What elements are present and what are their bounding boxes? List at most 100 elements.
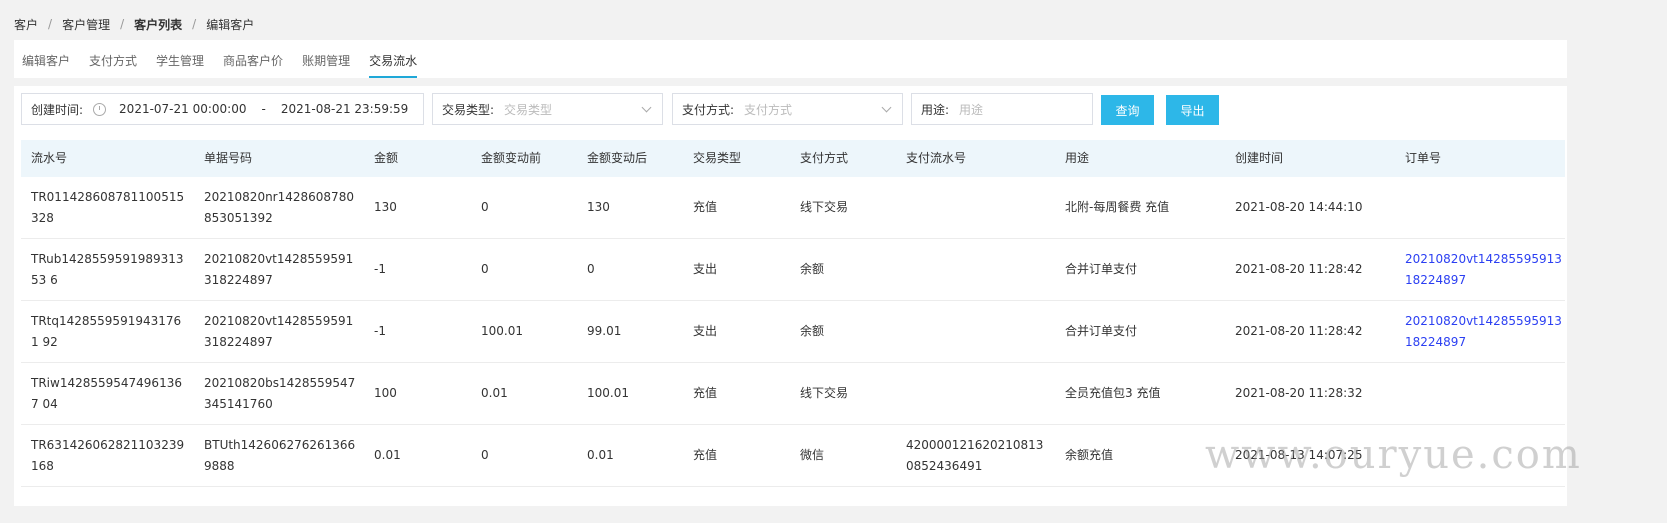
cell-amount-after: 0.01 xyxy=(587,448,614,462)
cell-amount: -1 xyxy=(374,324,386,338)
cell-document-no: 20210820nr1428608780853051392 xyxy=(204,189,354,225)
cell-payment-method: 微信 xyxy=(800,448,825,462)
cell-amount-after: 130 xyxy=(587,200,610,214)
tab-billing-period[interactable]: 账期管理 xyxy=(302,52,350,78)
cell-amount-after: 99.01 xyxy=(587,324,622,338)
payment-method-select[interactable]: 支付方式: 支付方式 xyxy=(672,93,903,125)
cell-document-no: 20210820bs1428559547345141760 xyxy=(204,375,356,411)
breadcrumb-separator: / xyxy=(48,17,53,31)
cell-transaction-type: 支出 xyxy=(693,324,718,338)
col-header-payment-serial: 支付流水号 xyxy=(906,151,967,165)
table-body: TR011428608781100515328 20210820nr1428608… xyxy=(21,177,1565,487)
cell-amount: -1 xyxy=(374,262,386,276)
tab-product-customer-price[interactable]: 商品客户价 xyxy=(223,52,283,78)
table-row: TR011428608781100515328 20210820nr1428608… xyxy=(21,177,1565,239)
cell-amount: 130 xyxy=(374,200,397,214)
transactions-panel: 创建时间: 2021-07-21 00:00:00 - 2021-08-21 2… xyxy=(14,86,1567,506)
cell-payment-serial xyxy=(906,239,1051,300)
transaction-type-placeholder: 交易类型 xyxy=(504,102,553,117)
created-start-input[interactable]: 2021-07-21 00:00:00 xyxy=(119,102,246,116)
cell-transaction-type: 支出 xyxy=(693,262,718,276)
col-header-document-no: 单据号码 xyxy=(204,151,253,165)
cell-amount-before: 0 xyxy=(481,200,489,214)
cell-transaction-type: 充值 xyxy=(693,386,718,400)
cell-payment-method: 余额 xyxy=(800,262,825,276)
cell-payment-serial xyxy=(906,363,1051,424)
cell-transaction-type: 充值 xyxy=(693,448,718,462)
tab-payment-methods[interactable]: 支付方式 xyxy=(89,52,137,78)
cell-amount-before: 100.01 xyxy=(481,324,523,338)
purpose-input[interactable]: 用途: 用途 xyxy=(911,93,1093,125)
col-header-amount-after: 金额变动后 xyxy=(587,151,648,165)
col-header-payment-method: 支付方式 xyxy=(800,151,849,165)
cell-payment-method: 线下交易 xyxy=(800,200,849,214)
range-separator: - xyxy=(261,102,266,116)
breadcrumb-separator: / xyxy=(120,17,125,31)
tab-edit-customer[interactable]: 编辑客户 xyxy=(22,52,70,78)
cell-amount: 0.01 xyxy=(374,448,401,462)
cell-amount-after: 100.01 xyxy=(587,386,629,400)
cell-created-time: 2021-08-20 11:28:42 xyxy=(1235,324,1363,338)
breadcrumb-item-customer[interactable]: 客户 xyxy=(14,16,38,33)
table-header: 流水号 单据号码 金额 金额变动前 金额变动后 交易类型 支付方式 支付流水号 … xyxy=(21,140,1565,177)
cell-payment-serial xyxy=(906,177,1051,238)
col-header-order-no: 订单号 xyxy=(1405,151,1442,165)
table-row: TR631426062821103239168 BTUth142606276261… xyxy=(21,425,1565,487)
cell-created-time: 2021-08-13 14:07:25 xyxy=(1235,448,1363,462)
chevron-down-icon xyxy=(641,102,652,113)
query-button[interactable]: 查询 xyxy=(1101,95,1154,125)
breadcrumb: 客户 / 客户管理 / 客户列表 / 编辑客户 xyxy=(14,15,254,33)
table-row: TRtq14285595919431761 92 20210820vt142855… xyxy=(21,301,1565,363)
col-header-purpose: 用途 xyxy=(1065,151,1090,165)
transaction-type-select[interactable]: 交易类型: 交易类型 xyxy=(432,93,663,125)
table-row: TRub142855959198931353 6 20210820vt142855… xyxy=(21,239,1565,301)
tab-transactions[interactable]: 交易流水 xyxy=(369,52,418,78)
cell-order-no xyxy=(1405,363,1565,424)
payment-method-placeholder: 支付方式 xyxy=(744,102,793,117)
cell-order-no xyxy=(1405,425,1565,486)
cell-amount-before: 0.01 xyxy=(481,386,508,400)
cell-document-no: 20210820vt1428559591318224897 xyxy=(204,313,354,349)
cell-serial-no: TRub142855959198931353 6 xyxy=(31,251,184,287)
cell-amount-after: 0 xyxy=(587,262,595,276)
cell-order-no[interactable]: 20210820vt1428559591318224897 xyxy=(1405,239,1565,300)
cell-order-no xyxy=(1405,177,1565,238)
cell-document-no: BTUth1426062762613669888 xyxy=(204,437,356,473)
col-header-transaction-type: 交易类型 xyxy=(693,151,742,165)
cell-amount-before: 0 xyxy=(481,448,489,462)
cell-purpose: 合并订单支付 xyxy=(1065,262,1138,276)
cell-payment-method: 线下交易 xyxy=(800,386,849,400)
cell-purpose: 北附-每周餐费 充值 xyxy=(1065,200,1170,214)
breadcrumb-item-customer-list[interactable]: 客户列表 xyxy=(134,16,182,33)
cell-order-no[interactable]: 20210820vt1428559591318224897 xyxy=(1405,301,1565,362)
cell-transaction-type: 充值 xyxy=(693,200,718,214)
transactions-table: 流水号 单据号码 金额 金额变动前 金额变动后 交易类型 支付方式 支付流水号 … xyxy=(21,140,1565,487)
cell-document-no: 20210820vt1428559591318224897 xyxy=(204,251,354,287)
cell-serial-no: TRtq14285595919431761 92 xyxy=(31,313,182,349)
created-time-range-picker[interactable]: 创建时间: 2021-07-21 00:00:00 - 2021-08-21 2… xyxy=(21,93,424,125)
cell-created-time: 2021-08-20 11:28:32 xyxy=(1235,386,1363,400)
cell-payment-method: 余额 xyxy=(800,324,825,338)
breadcrumb-item-customer-management[interactable]: 客户管理 xyxy=(62,16,110,33)
payment-method-label: 支付方式: xyxy=(682,102,735,117)
col-header-serial-no: 流水号 xyxy=(31,151,68,165)
cell-serial-no: TR011428608781100515328 xyxy=(31,189,185,225)
created-time-label: 创建时间: xyxy=(31,102,84,117)
breadcrumb-item-edit-customer: 编辑客户 xyxy=(206,17,255,32)
cell-purpose: 全员充值包3 充值 xyxy=(1065,386,1161,400)
cell-purpose: 合并订单支付 xyxy=(1065,324,1138,338)
table-row: TRiw14285595474961367 04 20210820bs142855… xyxy=(21,363,1565,425)
cell-payment-serial xyxy=(906,301,1051,362)
col-header-amount-before: 金额变动前 xyxy=(481,151,542,165)
col-header-amount: 金额 xyxy=(374,151,399,165)
tab-student-management[interactable]: 学生管理 xyxy=(156,52,204,78)
cell-amount-before: 0 xyxy=(481,262,489,276)
breadcrumb-separator: / xyxy=(192,17,197,31)
export-button[interactable]: 导出 xyxy=(1166,95,1219,125)
transaction-type-label: 交易类型: xyxy=(442,102,495,117)
cell-purpose: 余额充值 xyxy=(1065,448,1114,462)
cell-created-time: 2021-08-20 11:28:42 xyxy=(1235,262,1363,276)
created-end-input[interactable]: 2021-08-21 23:59:59 xyxy=(281,102,408,116)
chevron-down-icon xyxy=(881,102,892,113)
cell-payment-serial: 4200001216202108130852436491 xyxy=(906,437,1044,473)
